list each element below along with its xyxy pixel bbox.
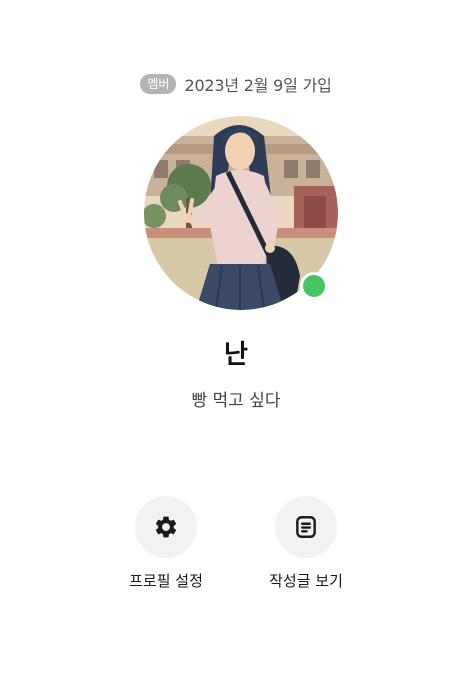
profile-nickname: 난 xyxy=(224,340,248,370)
profile-settings-label: 프로필 설정 xyxy=(129,572,203,590)
profile-status-message: 빵 먹고 싶다 xyxy=(191,391,281,411)
gear-icon xyxy=(155,516,177,538)
document-icon xyxy=(296,516,316,538)
profile-avatar-container[interactable] xyxy=(144,116,338,310)
profile-actions: 프로필 설정 작성글 보기 xyxy=(0,496,472,591)
view-posts-circle[interactable] xyxy=(275,496,337,558)
view-posts-label: 작성글 보기 xyxy=(269,572,343,590)
member-badge: 멤버 xyxy=(140,74,177,94)
view-posts-button[interactable]: 작성글 보기 xyxy=(256,496,356,591)
profile-settings-button[interactable]: 프로필 설정 xyxy=(116,496,216,591)
online-status-indicator xyxy=(300,272,328,300)
profile-settings-circle[interactable] xyxy=(135,496,197,558)
join-date: 2023년 2월 9일 가입 xyxy=(184,76,332,95)
join-info: 멤버 2023년 2월 9일 가입 xyxy=(0,72,472,96)
